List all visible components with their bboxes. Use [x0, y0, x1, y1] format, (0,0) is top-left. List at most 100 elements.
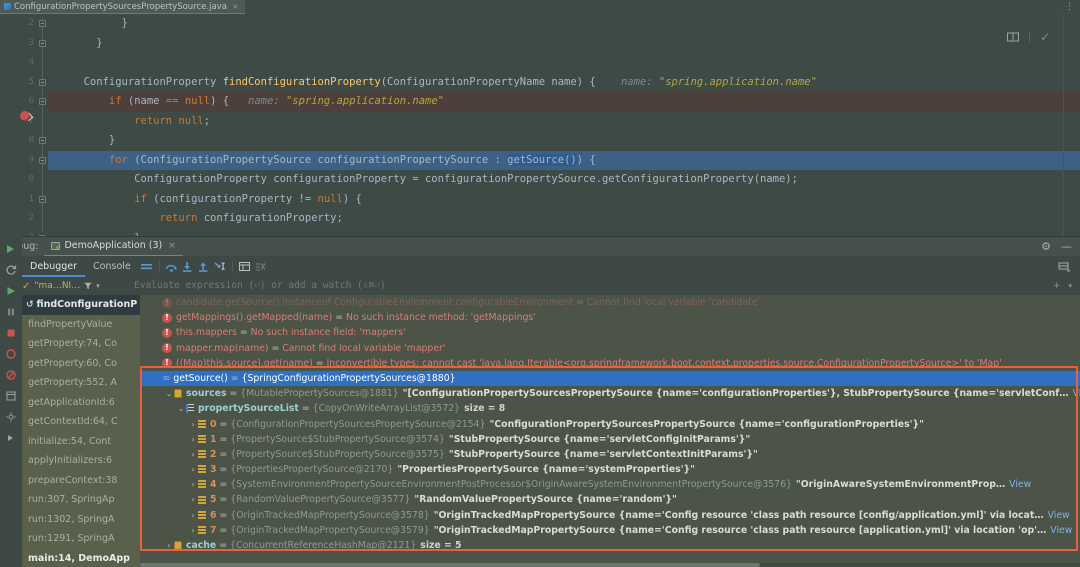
- code-line[interactable]: }: [48, 34, 1080, 54]
- stack-frame-row[interactable]: getProperty:552, A: [22, 373, 140, 393]
- stack-frame-row[interactable]: initialize:54, Cont: [22, 432, 140, 452]
- stack-frame-row[interactable]: run:307, SpringAp: [22, 490, 140, 510]
- chevron-right-icon[interactable]: ›: [188, 477, 198, 492]
- show-execution-point-icon[interactable]: [139, 259, 155, 275]
- fold-toggle-icon[interactable]: [39, 78, 46, 86]
- rerun-icon[interactable]: [0, 238, 22, 259]
- chevron-down-icon[interactable]: ▾: [1068, 282, 1072, 290]
- variable-row[interactable]: ·! mapper.map(name)=Cannot find local var…: [140, 341, 1080, 356]
- fold-toggle-icon[interactable]: [39, 98, 46, 105]
- stack-frame-row[interactable]: applyInitializers:6: [22, 451, 140, 471]
- fold-toggle-icon[interactable]: [39, 20, 46, 27]
- code-folding-rail[interactable]: [38, 14, 48, 236]
- chevron-right-icon[interactable]: ›: [188, 432, 198, 447]
- code-line[interactable]: for (ConfigurationPropertySource configu…: [48, 150, 1080, 170]
- editor-gutter[interactable]: 234567890123: [0, 14, 38, 236]
- stack-frame-row[interactable]: prepareContext:38: [22, 471, 140, 491]
- pin-tab-icon[interactable]: [0, 427, 22, 448]
- gutter-line-number[interactable]: 4: [0, 53, 38, 73]
- step-over-icon[interactable]: [164, 259, 180, 275]
- debug-session-tab[interactable]: DemoApplication (3) ×: [44, 237, 183, 257]
- variable-row[interactable]: › 1 = {PropertySource$StubPropertySource@35…: [140, 432, 1080, 447]
- add-watch-icon[interactable]: +: [1053, 281, 1061, 291]
- stack-frame-row[interactable]: main:14, DemoApp: [22, 549, 140, 567]
- variable-row[interactable]: › 2 = {PropertySource$StubPropertySource@35…: [140, 447, 1080, 462]
- evaluate-expression-icon[interactable]: [237, 259, 253, 275]
- gutter-line-number[interactable]: 2: [0, 14, 38, 34]
- chevron-down-icon[interactable]: ▾: [96, 282, 100, 290]
- chevron-down-icon[interactable]: ⌄: [164, 386, 174, 401]
- variable-row[interactable]: ⌄ propertySourceList = {CopyOnWriteArrayLis…: [140, 401, 1080, 416]
- step-out-icon[interactable]: [196, 259, 212, 275]
- gutter-line-number[interactable]: 3: [0, 229, 38, 237]
- view-value-link[interactable]: View: [1073, 386, 1080, 401]
- variable-row[interactable]: ·! getMappings().getMapped(name)=No such …: [140, 310, 1080, 325]
- resume-program-icon[interactable]: [0, 280, 22, 301]
- view-breakpoints-icon[interactable]: [0, 343, 22, 364]
- gutter-line-number[interactable]: 7: [0, 112, 38, 132]
- settings-icon[interactable]: [0, 406, 22, 427]
- mute-breakpoints-icon[interactable]: [0, 364, 22, 385]
- code-content[interactable]: } } ConfigurationProperty findConfigurat…: [48, 14, 1080, 236]
- code-line[interactable]: ConfigurationProperty findConfigurationP…: [48, 73, 1080, 93]
- stack-frame-row[interactable]: run:1291, SpringA: [22, 529, 140, 549]
- variables-panel[interactable]: ·! candidate.getSource() instanceof Confi…: [140, 295, 1080, 567]
- force-step-into-icon[interactable]: [212, 259, 228, 275]
- variable-row[interactable]: › cache = {ConcurrentReferenceHashMap@2121}…: [140, 538, 1080, 553]
- stack-frame-row[interactable]: getApplicationId:6: [22, 393, 140, 413]
- code-line[interactable]: if (name == null) { name: "spring.applic…: [48, 92, 1080, 112]
- fold-toggle-icon[interactable]: [39, 39, 46, 47]
- code-line[interactable]: ConfigurationProperty configurationPrope…: [48, 170, 1080, 190]
- inspections-ok-icon[interactable]: ✓: [1040, 30, 1050, 44]
- get-thread-dump-icon[interactable]: [0, 385, 22, 406]
- variable-row[interactable]: › 3 = {PropertiesPropertySource@2170} "Prope…: [140, 462, 1080, 477]
- stack-frame-row[interactable]: getProperty:74, Co: [22, 334, 140, 354]
- gutter-line-number[interactable]: 1: [0, 190, 38, 210]
- close-icon[interactable]: ×: [232, 2, 239, 11]
- view-value-link[interactable]: View: [1048, 508, 1070, 523]
- variable-row[interactable]: ·∞getSource()={SpringConfigurationProper…: [140, 370, 1080, 387]
- stack-frame-row[interactable]: run:1302, SpringA: [22, 510, 140, 530]
- layout-settings-icon[interactable]: [1056, 259, 1072, 275]
- stack-frame-row[interactable]: getProperty:60, Co: [22, 354, 140, 374]
- editor-tab-java-file[interactable]: ConfigurationPropertySourcesPropertySour…: [0, 0, 245, 14]
- chevron-right-icon[interactable]: ›: [188, 462, 198, 477]
- fold-toggle-icon[interactable]: [39, 156, 46, 164]
- stack-frame-row[interactable]: findPropertyValue: [22, 315, 140, 335]
- stack-frame-row[interactable]: getContextId:64, C: [22, 412, 140, 432]
- gutter-line-number[interactable]: 0: [0, 170, 38, 190]
- variables-horizontal-scrollbar[interactable]: [140, 563, 1080, 567]
- variable-row[interactable]: › 7 = {OriginTrackedMapPropertySource@3579}…: [140, 523, 1080, 538]
- variable-row[interactable]: › 4 = {SystemEnvironmentPropertySourceEnvir…: [140, 477, 1080, 492]
- book-icon[interactable]: [1006, 32, 1019, 42]
- code-line[interactable]: return configurationProperty;: [48, 209, 1080, 229]
- chevron-right-icon[interactable]: ›: [188, 447, 198, 462]
- gutter-line-number[interactable]: 3: [0, 34, 38, 54]
- mute-breakpoints-icon[interactable]: [253, 259, 269, 275]
- gutter-line-number[interactable]: 8: [0, 131, 38, 151]
- code-line[interactable]: if (configurationProperty != null) {: [48, 190, 1080, 210]
- chevron-right-icon[interactable]: ›: [188, 492, 198, 507]
- chevron-down-icon[interactable]: ⌄: [176, 401, 186, 416]
- code-line[interactable]: }: [48, 131, 1080, 151]
- variable-row[interactable]: › 0 = {ConfigurationPropertySourcesProperty…: [140, 417, 1080, 432]
- chevron-right-icon[interactable]: ›: [188, 417, 198, 432]
- stack-frame-row[interactable]: ↺ findConfigurationP: [22, 295, 140, 315]
- view-value-link[interactable]: View: [1050, 523, 1072, 538]
- variable-row[interactable]: › 6 = {OriginTrackedMapPropertySource@3578}…: [140, 508, 1080, 523]
- step-into-icon[interactable]: [180, 259, 196, 275]
- gutter-line-number[interactable]: 5: [0, 73, 38, 93]
- minimize-icon[interactable]: —: [1061, 240, 1072, 253]
- chevron-right-icon[interactable]: ›: [188, 508, 198, 523]
- variable-row[interactable]: ·! candidate.getSource() instanceof Confi…: [140, 295, 1080, 310]
- fold-toggle-icon[interactable]: [39, 137, 46, 144]
- code-line[interactable]: }: [48, 229, 1080, 237]
- pause-icon[interactable]: [0, 301, 22, 322]
- tab-console[interactable]: Console: [85, 256, 139, 277]
- filter-icon[interactable]: [84, 282, 92, 290]
- gutter-line-number[interactable]: 9: [0, 151, 38, 171]
- code-line[interactable]: return null;: [48, 112, 1080, 132]
- frames-panel[interactable]: ↺ findConfigurationP findPropertyValue getP…: [22, 295, 140, 567]
- view-value-link[interactable]: View: [1009, 477, 1031, 492]
- variable-row[interactable]: › 5 = {RandomValuePropertySource@3577} "Rand…: [140, 492, 1080, 507]
